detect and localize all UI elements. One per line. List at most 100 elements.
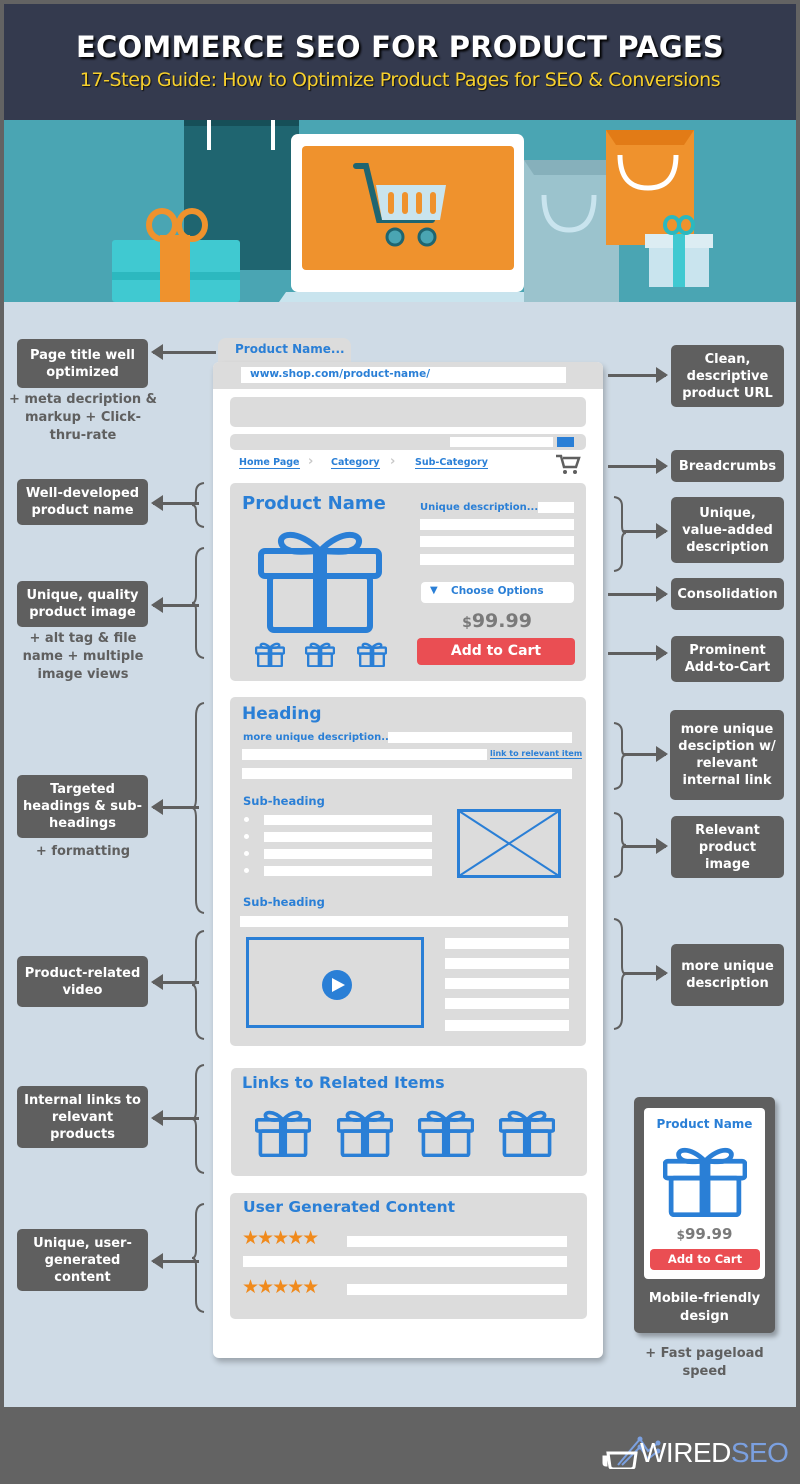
list-item — [264, 849, 432, 859]
mobile-note: + Fast pageload speed — [645, 1346, 764, 1379]
review-line — [347, 1284, 567, 1295]
label-video: Product-related video — [17, 956, 148, 1007]
mobile-add-to-cart-button[interactable]: Add to Cart — [650, 1249, 760, 1270]
left-brace-icon — [192, 1064, 205, 1174]
ugc-heading: User Generated Content — [243, 1198, 456, 1216]
label-more-description-link: more unique desciption w/ relevant inter… — [670, 710, 784, 800]
left-brace-icon — [192, 702, 205, 914]
list-item — [264, 866, 432, 876]
brand-logo-wired: WIRED — [640, 1437, 731, 1468]
related-item-gift-icon[interactable] — [499, 1107, 555, 1157]
bullet — [244, 834, 249, 839]
breadcrumb-subcategory[interactable]: Sub-Category — [415, 457, 488, 469]
product-name: Product Name — [242, 493, 386, 514]
thumbnail-gift-icon[interactable] — [305, 641, 335, 667]
arrow-right-icon — [608, 586, 668, 602]
text-line — [445, 938, 569, 949]
related-item-gift-icon[interactable] — [337, 1107, 393, 1157]
options-select[interactable]: ▼ Choose Options — [421, 582, 574, 603]
price-value: 99.99 — [471, 610, 532, 632]
price-value: 99.99 — [684, 1225, 733, 1243]
mobile-gift-icon[interactable] — [663, 1142, 747, 1217]
related-items-heading: Links to Related Items — [242, 1073, 445, 1092]
label-product-image: Unique, quality product image — [17, 581, 148, 627]
page-title: ECOMMERCE SEO FOR PRODUCT PAGES — [76, 30, 724, 64]
label-url: Clean, descriptive product URL — [671, 345, 784, 407]
arrow-right-icon — [623, 746, 668, 762]
breadcrumb-category[interactable]: Category — [331, 457, 380, 469]
text-line — [445, 958, 569, 969]
text-line — [445, 1020, 569, 1031]
star-rating: ★★★★★ — [242, 1227, 319, 1249]
related-item-gift-icon[interactable] — [255, 1107, 311, 1157]
text-line — [445, 978, 569, 989]
cart-icon[interactable] — [555, 453, 581, 475]
text-line — [420, 536, 574, 547]
list-item — [264, 832, 432, 842]
brand-logo-seo: SEO — [730, 1437, 789, 1468]
arrow-right-icon — [608, 645, 668, 661]
text-line — [445, 998, 569, 1009]
breadcrumb-home[interactable]: Home Page — [239, 457, 300, 469]
content-heading: Heading — [242, 704, 322, 724]
bullet — [244, 868, 249, 873]
product-section: Product Name Unique description... ▼ Cho… — [230, 483, 586, 681]
text-line — [240, 916, 568, 927]
currency-symbol: $ — [676, 1228, 685, 1242]
thumbnail-gift-icon[interactable] — [357, 641, 387, 667]
label-consolidation: Consolidation — [671, 578, 784, 610]
right-brace-icon — [613, 496, 626, 572]
arrow-right-icon — [623, 523, 668, 539]
arrow-right-icon — [608, 458, 668, 474]
search-input[interactable] — [450, 437, 553, 447]
text-line — [538, 502, 574, 513]
search-button[interactable] — [557, 437, 574, 447]
mobile-label: Mobile-friendly design — [648, 1291, 761, 1324]
subheading: Sub-heading — [243, 895, 325, 909]
left-brace-icon — [192, 547, 205, 659]
site-header-placeholder — [230, 397, 586, 427]
browser-mockup: www.shop.com/product-name/ Home Page › C… — [213, 362, 603, 1358]
thumbnail-gift-icon[interactable] — [255, 641, 285, 667]
gift-icon[interactable] — [258, 523, 382, 633]
label-headings: Targeted headings & sub-headings — [17, 775, 148, 838]
related-item-gift-icon[interactable] — [418, 1107, 474, 1157]
note-page-title: + meta decription & markup + Click-thru-… — [8, 392, 157, 443]
review-line — [347, 1236, 567, 1247]
mobile-device: Product Name $99.99 Add to Cart Mobile-f… — [634, 1097, 775, 1333]
label-relevant-image: Relevant product image — [671, 816, 784, 878]
text-line — [242, 768, 572, 779]
text-line — [420, 519, 574, 530]
label-add-to-cart: Prominent Add-to-Cart — [671, 636, 784, 682]
label-description: Unique, value-added description — [671, 497, 784, 563]
arrow-right-icon — [623, 965, 668, 981]
related-items-section: Links to Related Items — [231, 1068, 587, 1176]
description-label: Unique description... — [420, 502, 539, 513]
list-item — [264, 815, 432, 825]
content-section: Heading more unique description... link … — [230, 697, 586, 1046]
label-page-title: Page title well optimized — [17, 339, 148, 388]
image-placeholder-icon[interactable] — [457, 809, 561, 878]
subheading: Sub-heading — [243, 794, 325, 808]
text-line — [242, 749, 487, 760]
text-line — [388, 732, 572, 743]
more-description-label: more unique description... — [243, 732, 393, 743]
play-icon[interactable] — [322, 970, 352, 1000]
arrow-right-icon — [608, 367, 668, 383]
arrow-left-icon — [151, 344, 216, 360]
add-to-cart-button[interactable]: Add to Cart — [417, 638, 575, 665]
left-brace-icon — [192, 1203, 205, 1313]
currency-symbol: $ — [462, 615, 472, 631]
mobile-price: $99.99 — [644, 1225, 765, 1243]
review-line — [243, 1256, 567, 1267]
url-field[interactable]: www.shop.com/product-name/ — [241, 367, 566, 383]
mobile-screen: Product Name $99.99 Add to Cart — [644, 1108, 765, 1279]
arrow-right-icon — [623, 838, 668, 854]
right-brace-icon — [613, 722, 626, 790]
internal-link[interactable]: link to relevant item — [490, 749, 583, 759]
nav-bar — [230, 434, 586, 450]
bullet — [244, 817, 249, 822]
video-player[interactable] — [246, 937, 424, 1028]
mobile-product-name: Product Name — [656, 1117, 753, 1131]
breadcrumb-separator: › — [390, 454, 396, 469]
